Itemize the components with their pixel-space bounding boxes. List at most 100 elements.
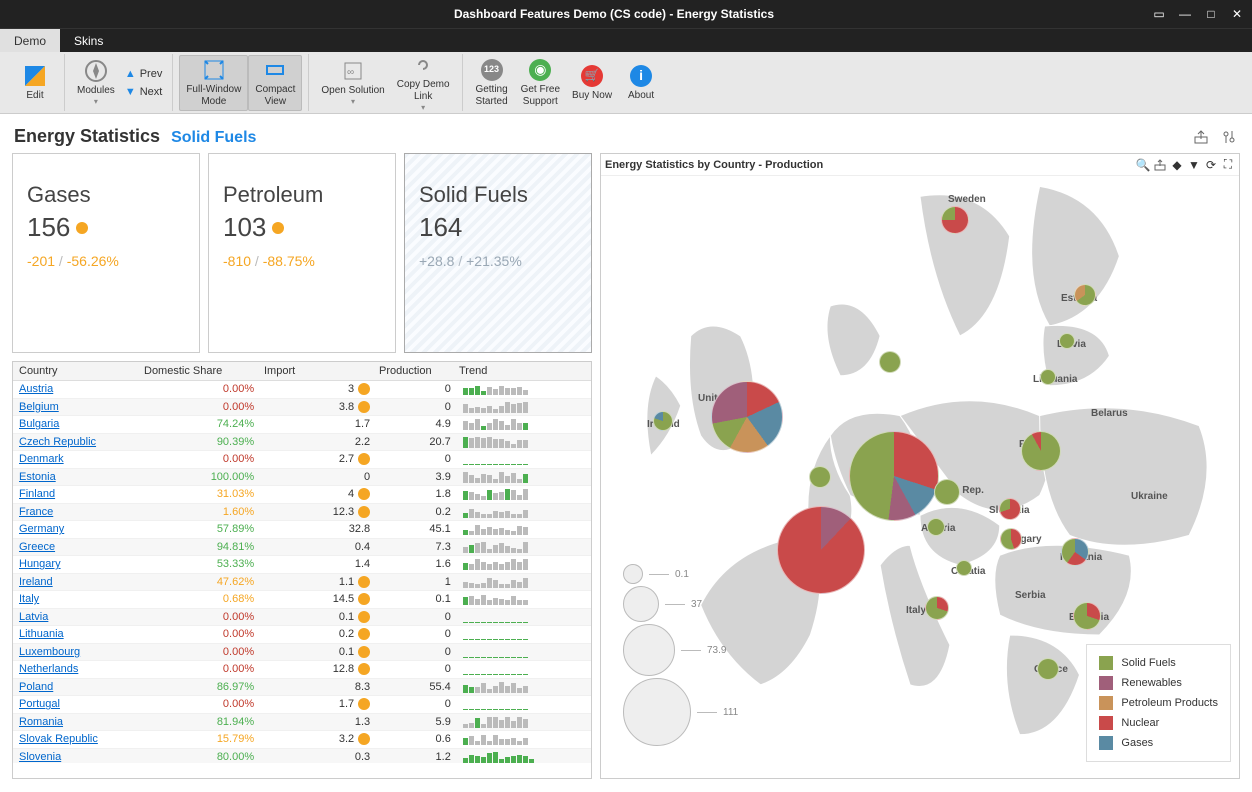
export-icon[interactable] (1153, 158, 1167, 172)
filter-icon[interactable]: ▼ (1187, 158, 1201, 172)
about-button[interactable]: i About (618, 55, 664, 111)
edit-button[interactable]: Edit (12, 55, 58, 111)
country-link[interactable]: Austria (19, 383, 53, 395)
table-row[interactable]: Luxembourg0.00%0.1 0 (13, 644, 591, 662)
table-row[interactable]: France1.60%12.3 0.2 (13, 504, 591, 522)
close-icon[interactable]: ✕ (1226, 5, 1248, 23)
country-link[interactable]: Luxembourg (19, 646, 80, 658)
country-link[interactable]: Germany (19, 523, 64, 535)
table-row[interactable]: Bulgaria74.24%1.7 4.9 (13, 416, 591, 434)
table-row[interactable]: Poland86.97%8.3 55.4 (13, 679, 591, 697)
country-link[interactable]: Bulgaria (19, 418, 59, 430)
modules-button[interactable]: Modules ▾ (71, 55, 121, 111)
map-pie-marker[interactable] (653, 411, 673, 431)
country-link[interactable]: Italy (19, 593, 39, 605)
country-link[interactable]: Greece (19, 541, 55, 553)
layers-icon[interactable]: ◆ (1170, 158, 1184, 172)
map-pie-marker[interactable] (777, 506, 865, 594)
table-row[interactable]: Lithuania0.00%0.2 0 (13, 626, 591, 644)
table-row[interactable]: Austria0.00%3 0 (13, 381, 591, 399)
table-row[interactable]: Greece94.81%0.4 7.3 (13, 539, 591, 557)
table-row[interactable]: Romania81.94%1.3 5.9 (13, 714, 591, 732)
table-row[interactable]: Ireland47.62%1.1 1 (13, 574, 591, 592)
table-row[interactable]: Belgium0.00%3.8 0 (13, 399, 591, 417)
table-body[interactable]: Austria0.00%3 0Belgium0.00%3.8 0Bulgaria… (13, 381, 591, 763)
export-icon[interactable] (1192, 128, 1210, 146)
table-row[interactable]: Latvia0.00%0.1 0 (13, 609, 591, 627)
map-pie-marker[interactable] (1021, 431, 1061, 471)
settings-icon[interactable] (1220, 128, 1238, 146)
table-row[interactable]: Hungary53.33%1.4 1.6 (13, 556, 591, 574)
full-window-button[interactable]: Full-Window Mode (179, 55, 248, 111)
tab-skins[interactable]: Skins (60, 29, 117, 52)
country-link[interactable]: Poland (19, 681, 53, 693)
table-row[interactable]: Slovak Republic15.79%3.2 0.6 (13, 731, 591, 749)
map-pie-marker[interactable] (1061, 538, 1089, 566)
open-solution-button[interactable]: ∞ Open Solution ▾ (315, 55, 390, 111)
map-pie-marker[interactable] (711, 381, 783, 453)
compact-view-button[interactable]: Compact View (248, 55, 302, 111)
next-button[interactable]: ▼Next (121, 84, 167, 100)
map-pie-marker[interactable] (956, 560, 972, 576)
col-production[interactable]: Production (373, 362, 453, 381)
table-row[interactable]: Netherlands0.00%12.8 0 (13, 661, 591, 679)
card-gases[interactable]: Gases 156 -201 / -56.26% (12, 153, 200, 353)
col-country[interactable]: Country (13, 362, 138, 381)
map-pie-marker[interactable] (879, 351, 901, 373)
country-link[interactable]: Slovak Republic (19, 733, 98, 745)
table-row[interactable]: Germany57.89%32.8 45.1 (13, 521, 591, 539)
map-pie-marker[interactable] (849, 431, 939, 521)
minimize-icon[interactable]: — (1174, 5, 1196, 23)
map-pie-marker[interactable] (999, 498, 1021, 520)
table-row[interactable]: Finland31.03%4 1.8 (13, 486, 591, 504)
getting-started-button[interactable]: 123 Getting Started (469, 55, 515, 111)
zoom-icon[interactable]: 🔍 (1136, 158, 1150, 172)
table-row[interactable]: Italy0.68%14.5 0.1 (13, 591, 591, 609)
map-pie-marker[interactable] (1037, 658, 1059, 680)
col-import[interactable]: Import (258, 362, 373, 381)
country-link[interactable]: Czech Republic (19, 436, 96, 448)
map-pie-marker[interactable] (1074, 284, 1096, 306)
country-link[interactable]: Romania (19, 716, 63, 728)
window-compact-icon[interactable]: ▭ (1148, 5, 1170, 23)
country-link[interactable]: Lithuania (19, 628, 64, 640)
col-trend[interactable]: Trend (453, 362, 574, 381)
refresh-icon[interactable]: ⟳ (1204, 158, 1218, 172)
map-pie-marker[interactable] (1000, 528, 1022, 550)
table-row[interactable]: Estonia100.00%0 3.9 (13, 469, 591, 487)
buy-now-button[interactable]: 🛒 Buy Now (566, 55, 618, 111)
map-pie-marker[interactable] (934, 479, 960, 505)
copy-demo-link-button[interactable]: Copy Demo Link ▾ (391, 55, 456, 111)
country-link[interactable]: Slovenia (19, 751, 61, 763)
country-link[interactable]: Belgium (19, 401, 59, 413)
country-link[interactable]: France (19, 506, 53, 518)
prev-button[interactable]: ▲Prev (121, 66, 167, 82)
map-pie-marker[interactable] (1059, 333, 1075, 349)
country-link[interactable]: Hungary (19, 558, 61, 570)
country-link[interactable]: Portugal (19, 698, 60, 710)
map-pie-marker[interactable] (1073, 602, 1101, 630)
map-body[interactable]: 0.13773.9111 Solid FuelsRenewablesPetrol… (601, 176, 1239, 770)
tab-demo[interactable]: Demo (0, 29, 60, 52)
card-solid-fuels[interactable]: Solid Fuels 164 +28.8 / +21.35% (404, 153, 592, 353)
map-pie-marker[interactable] (809, 466, 831, 488)
map-pie-marker[interactable] (1040, 369, 1056, 385)
col-domestic-share[interactable]: Domestic Share (138, 362, 258, 381)
country-link[interactable]: Netherlands (19, 663, 78, 675)
get-free-support-button[interactable]: ◉ Get Free Support (515, 55, 566, 111)
table-row[interactable]: Denmark0.00%2.7 0 (13, 451, 591, 469)
country-link[interactable]: Latvia (19, 611, 48, 623)
table-row[interactable]: Portugal0.00%1.7 0 (13, 696, 591, 714)
card-petroleum[interactable]: Petroleum 103 -810 / -88.75% (208, 153, 396, 353)
country-link[interactable]: Finland (19, 488, 55, 500)
table-row[interactable]: Czech Republic90.39%2.2 20.7 (13, 434, 591, 452)
maximize-icon[interactable]: □ (1200, 5, 1222, 23)
table-row[interactable]: Slovenia80.00%0.3 1.2 (13, 749, 591, 764)
maximize-icon[interactable]: ⛶ (1221, 158, 1235, 172)
country-link[interactable]: Denmark (19, 453, 64, 465)
map-pie-marker[interactable] (927, 518, 945, 536)
map-pie-marker[interactable] (925, 596, 949, 620)
country-link[interactable]: Estonia (19, 471, 56, 483)
country-link[interactable]: Ireland (19, 576, 53, 588)
map-pie-marker[interactable] (941, 206, 969, 234)
